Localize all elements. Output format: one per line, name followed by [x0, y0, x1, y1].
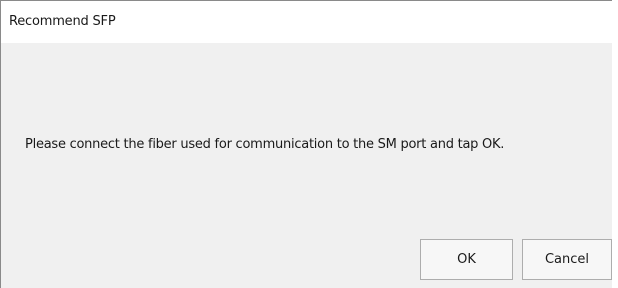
dialog-title: Recommend SFP [9, 14, 116, 29]
dialog-body [1, 43, 612, 288]
ok-button[interactable]: OK [420, 239, 513, 280]
cancel-button[interactable]: Cancel [522, 239, 612, 280]
recommend-sfp-dialog: Recommend SFP Please connect the fiber u… [0, 0, 618, 288]
dialog-titlebar[interactable]: Recommend SFP [1, 1, 612, 43]
dialog-message: Please connect the fiber used for commun… [25, 137, 505, 152]
